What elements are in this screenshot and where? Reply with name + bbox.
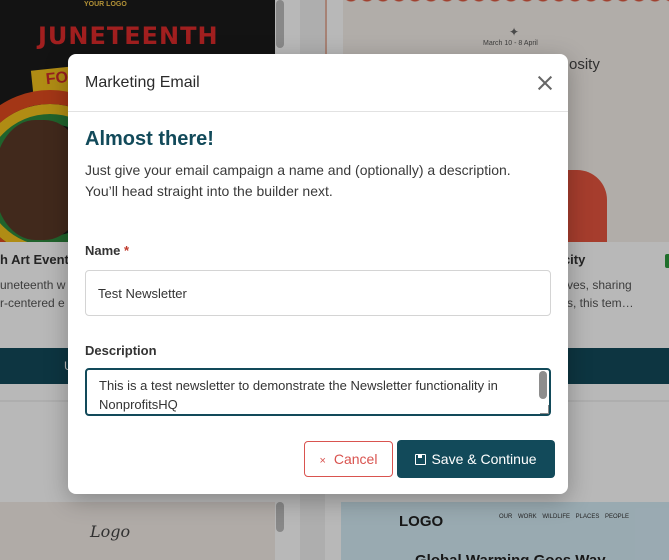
cancel-button-label: Cancel: [333, 451, 378, 467]
textarea-scrollbar[interactable]: [539, 371, 547, 399]
marketing-email-dialog: Marketing Email Almost there! Just give …: [68, 54, 568, 494]
save-button-label: Save & Continue: [431, 451, 537, 467]
dialog-intro-text: Just give your email campaign a name and…: [85, 162, 511, 199]
description-label: Description: [85, 343, 157, 358]
dialog-title: Marketing Email: [85, 74, 200, 91]
dialog-header: Marketing Email: [68, 54, 568, 112]
campaign-description-textarea[interactable]: This is a test newsletter to demonstrate…: [85, 368, 551, 416]
name-label: Name *: [85, 243, 129, 258]
campaign-name-input[interactable]: [85, 270, 551, 316]
required-marker: *: [124, 243, 130, 258]
name-label-text: Name: [85, 243, 121, 258]
resize-handle-icon[interactable]: [540, 405, 549, 414]
cancel-button[interactable]: × Cancel: [304, 441, 393, 477]
dialog-heading: Almost there!: [85, 128, 214, 150]
save-continue-button[interactable]: Save & Continue: [397, 440, 555, 478]
close-icon[interactable]: [536, 74, 554, 92]
save-icon: [415, 454, 427, 465]
close-icon: ×: [319, 455, 326, 467]
